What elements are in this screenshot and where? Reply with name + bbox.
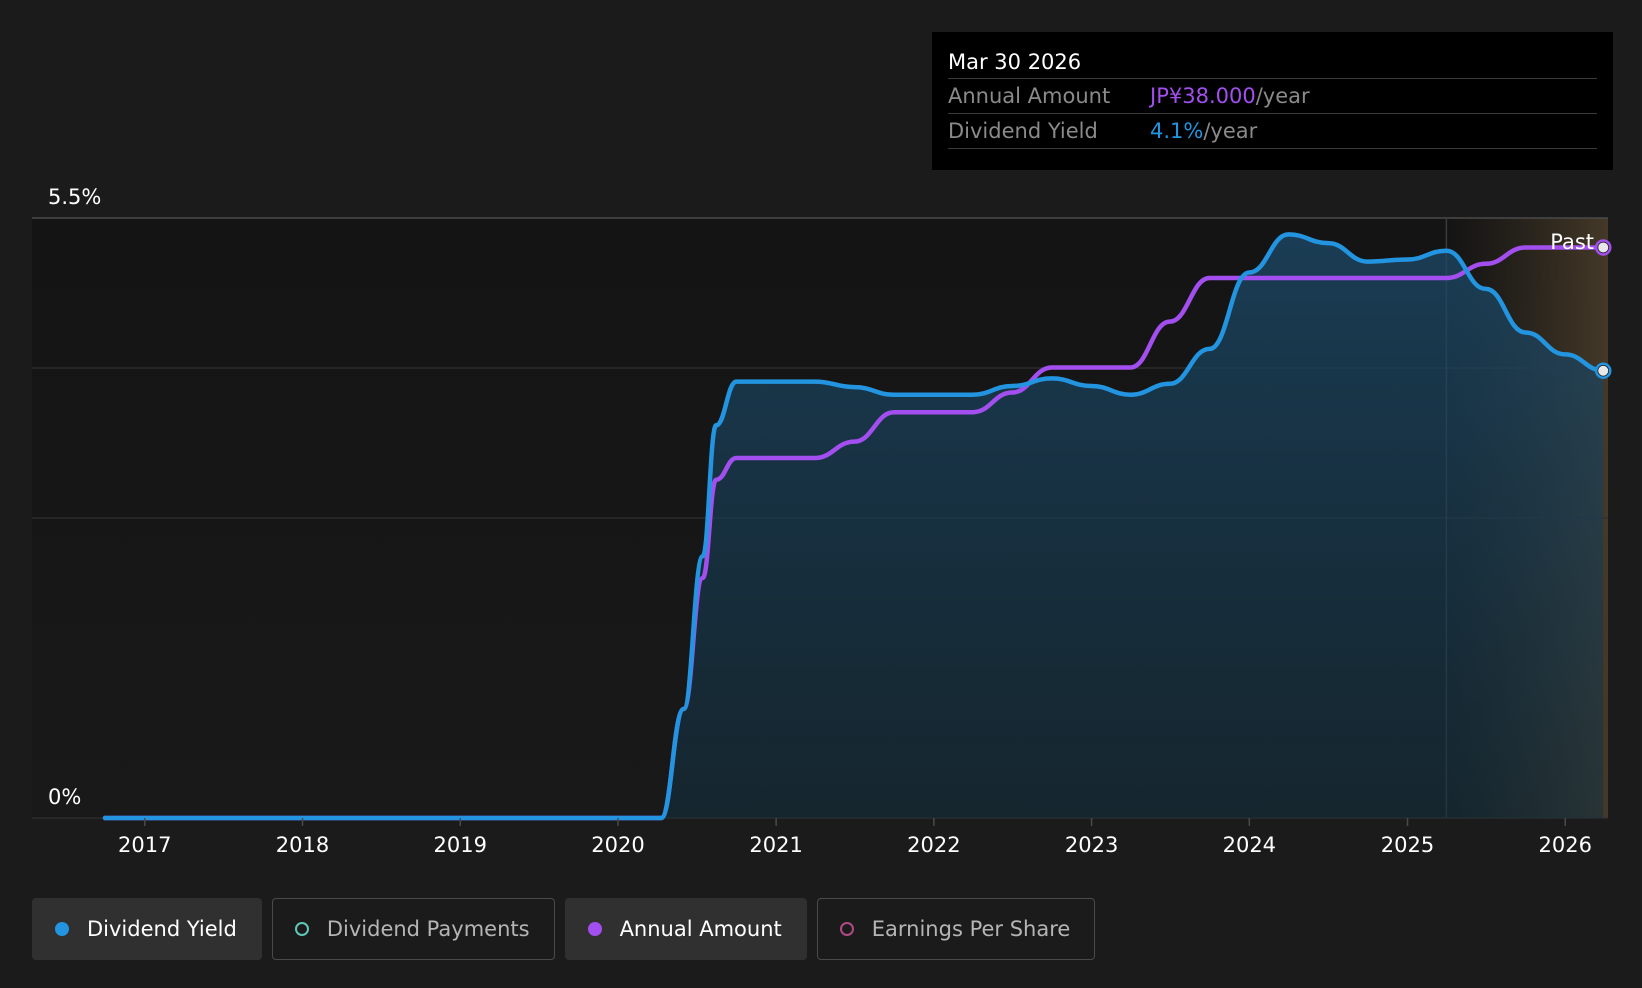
legend-label: Annual Amount [619,917,782,941]
y-tick-label-bottom: 0% [48,785,81,809]
x-tick-label: 2022 [907,833,960,857]
legend-item-annual-amount[interactable]: Annual Amount [564,898,807,960]
x-tick-label: 2017 [118,833,171,857]
legend-dot-icon [55,922,69,936]
legend-item-dividend-payments[interactable]: Dividend Payments [271,898,555,960]
legend-dot-icon [839,922,854,936]
legend-label: Dividend Payments [326,917,530,941]
tooltip-unit: /year [1255,84,1310,108]
legend-item-dividend-yield[interactable]: Dividend Yield [32,898,262,960]
x-tick-label: 2024 [1223,833,1276,857]
legend-dot-icon [294,922,309,936]
x-tick-label: 2021 [749,833,802,857]
legend-label: Earnings Per Share [871,917,1071,941]
marker-center [1598,365,1609,376]
tooltip-label: Annual Amount [948,84,1111,108]
legend-label: Dividend Yield [87,917,237,941]
x-tick-label: 2018 [276,833,329,857]
x-tick-label: 2020 [591,833,644,857]
legend: Dividend Yield Dividend Payments Annual … [32,898,1096,962]
tooltip-date: Mar 30 2026 [948,50,1082,74]
legend-dot-icon [587,922,602,936]
tooltip-value: 4.1% [1150,119,1204,143]
tooltip-unit: /year [1203,119,1258,143]
marker-center [1598,242,1609,253]
y-tick-label-top: 5.5% [48,185,101,209]
tooltip-label: Dividend Yield [948,119,1098,143]
x-tick-label: 2023 [1065,833,1118,857]
x-tick-label: 2026 [1538,833,1591,857]
past-label: Past [1550,230,1594,254]
tooltip-value: JP¥38.000 [1150,84,1256,108]
x-tick-label: 2019 [434,833,487,857]
tooltip: Mar 30 2026 Annual Amount JP¥38.000 /yea… [932,32,1613,170]
x-tick-label: 2025 [1381,833,1434,857]
legend-item-earnings-per-share[interactable]: Earnings Per Share [816,898,1096,960]
tooltip-row-annual-amount: Annual Amount JP¥38.000 /year [948,78,1597,113]
tooltip-row-dividend-yield: Dividend Yield 4.1% /year [948,113,1597,149]
